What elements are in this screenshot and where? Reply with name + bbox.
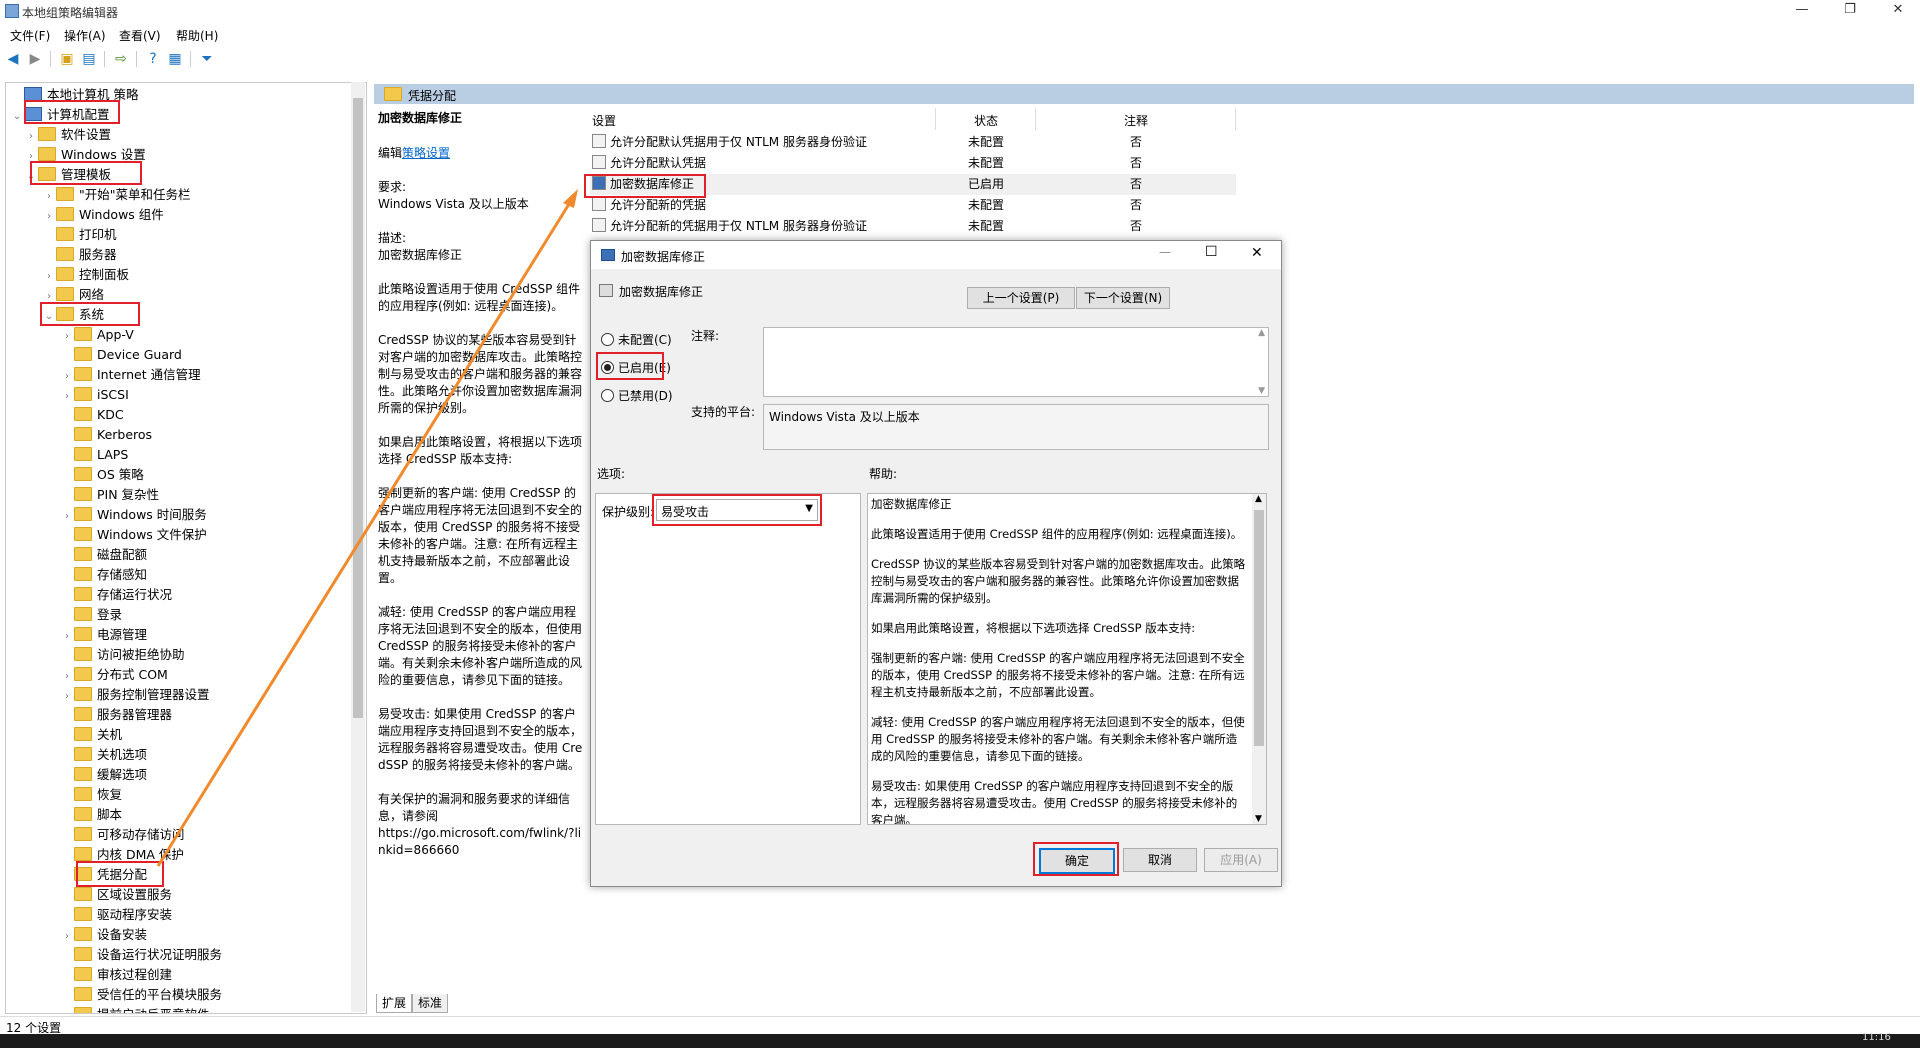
annotation-arrow bbox=[156, 189, 578, 867]
arrow-head bbox=[563, 189, 578, 208]
arrow-line bbox=[156, 195, 576, 867]
